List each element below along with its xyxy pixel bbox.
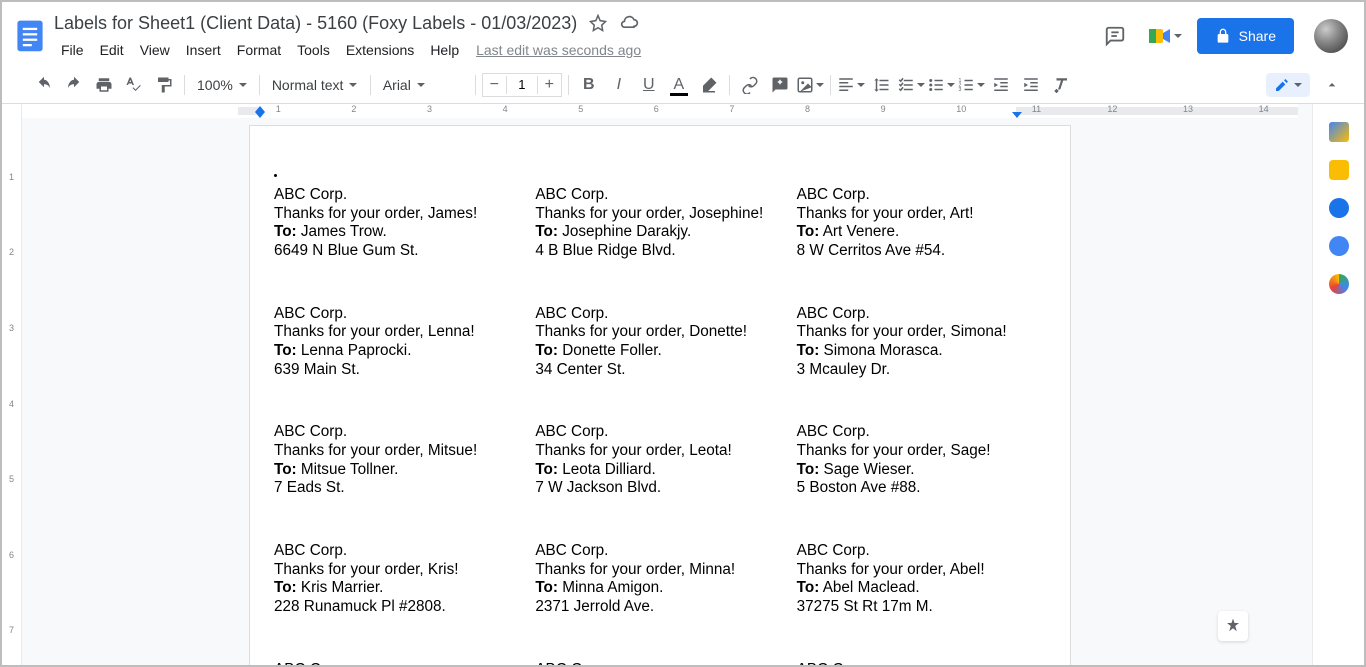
text-color-button[interactable]: A <box>665 71 693 99</box>
font-size-increase[interactable]: + <box>537 76 561 94</box>
font-size-input[interactable] <box>507 77 537 92</box>
mailing-label: ABC Corp.Thanks for your order, James!To… <box>274 186 523 261</box>
insert-link-button[interactable] <box>736 71 764 99</box>
side-panel <box>1312 104 1364 665</box>
docs-logo-icon[interactable] <box>10 8 50 62</box>
increase-indent-button[interactable] <box>1017 71 1045 99</box>
insert-image-button[interactable] <box>796 71 824 99</box>
decrease-indent-button[interactable] <box>987 71 1015 99</box>
share-button[interactable]: Share <box>1197 18 1294 54</box>
toolbar-separator <box>370 75 371 95</box>
svg-text:3: 3 <box>958 87 961 93</box>
align-button[interactable] <box>837 71 865 99</box>
doc-title[interactable]: Labels for Sheet1 (Client Data) - 5160 (… <box>54 13 577 34</box>
user-avatar[interactable] <box>1314 19 1348 53</box>
keep-icon[interactable] <box>1329 160 1349 180</box>
tasks-icon[interactable] <box>1329 198 1349 218</box>
workspace: 123456789101112 123456789101112131415161… <box>2 104 1364 665</box>
share-button-label: Share <box>1239 28 1276 44</box>
underline-button[interactable]: U <box>635 71 663 99</box>
spellcheck-button[interactable] <box>120 71 148 99</box>
mailing-label: ABC Corp.Thanks for your order, Sage!To:… <box>797 423 1046 498</box>
paint-format-button[interactable] <box>150 71 178 99</box>
print-button[interactable] <box>90 71 118 99</box>
mailing-label: ABC Corp.Thanks for your order, Minna!To… <box>535 542 784 617</box>
mailing-label: ABC Corp.Thanks for your order, Lenna!To… <box>274 305 523 380</box>
maps-icon[interactable] <box>1329 274 1349 294</box>
explore-button[interactable] <box>1218 611 1248 641</box>
undo-button[interactable] <box>30 71 58 99</box>
toolbar-separator <box>729 75 730 95</box>
menu-view[interactable]: View <box>133 38 177 62</box>
toolbar-separator <box>475 75 476 95</box>
ruler-margin-right <box>1016 107 1298 115</box>
mailing-label: ABC Corp.Thanks for your order, Donette!… <box>535 305 784 380</box>
zoom-select[interactable]: 100% <box>191 77 253 93</box>
paragraph-style-select[interactable]: Normal text <box>266 77 364 93</box>
mailing-label: ABC Corp.Thanks for your order, Cammy!To… <box>797 661 1046 666</box>
mailing-label: ABC Corp.Thanks for your order, Josephin… <box>535 186 784 261</box>
clear-format-button[interactable] <box>1047 71 1075 99</box>
toolbar-separator <box>830 75 831 95</box>
title-block: Labels for Sheet1 (Client Data) - 5160 (… <box>54 8 1097 62</box>
menu-insert[interactable]: Insert <box>179 38 228 62</box>
meet-icon[interactable] <box>1147 18 1183 54</box>
numbered-list-button[interactable]: 123 <box>957 71 985 99</box>
text-cursor <box>274 174 277 177</box>
menu-format[interactable]: Format <box>230 38 288 62</box>
mailing-label: ABC Corp.Thanks for your order, Mitsue!T… <box>274 423 523 498</box>
collapse-toolbar-button[interactable] <box>1318 71 1346 99</box>
menu-extensions[interactable]: Extensions <box>339 38 421 62</box>
font-family-value: Arial <box>383 77 411 93</box>
contacts-icon[interactable] <box>1329 236 1349 256</box>
indent-left-marker[interactable] <box>255 106 265 112</box>
toolbar-separator <box>184 75 185 95</box>
calendar-icon[interactable] <box>1329 122 1349 142</box>
paragraph-style-value: Normal text <box>272 77 344 93</box>
horizontal-ruler[interactable]: 123456789101112131415161718192021 <box>22 104 1298 118</box>
app-header: Labels for Sheet1 (Client Data) - 5160 (… <box>2 2 1364 66</box>
title-row: Labels for Sheet1 (Client Data) - 5160 (… <box>54 12 1097 34</box>
menu-edit[interactable]: Edit <box>93 38 131 62</box>
insert-comment-button[interactable] <box>766 71 794 99</box>
menu-file[interactable]: File <box>54 38 91 62</box>
mailing-label: ABC Corp.Thanks for your order, Leota!To… <box>535 423 784 498</box>
toolbar: 100% Normal text Arial − + B I U A 123 <box>2 66 1364 104</box>
mailing-label: ABC Corp.Thanks for your order, Simona!T… <box>797 305 1046 380</box>
menu-help[interactable]: Help <box>423 38 466 62</box>
highlight-button[interactable] <box>695 71 723 99</box>
document-scroll[interactable]: ABC Corp.Thanks for your order, James!To… <box>22 118 1298 665</box>
label-grid: ABC Corp.Thanks for your order, James!To… <box>274 186 1046 665</box>
zoom-value: 100% <box>197 77 233 93</box>
star-icon[interactable] <box>589 14 607 32</box>
redo-button[interactable] <box>60 71 88 99</box>
editing-mode-button[interactable] <box>1266 73 1310 97</box>
mailing-label: ABC Corp.Thanks for your order, Kris!To:… <box>274 542 523 617</box>
font-family-select[interactable]: Arial <box>377 77 469 93</box>
mailing-label: ABC Corp.Thanks for your order, Graciela… <box>535 661 784 666</box>
menu-bar: File Edit View Insert Format Tools Exten… <box>54 34 1097 62</box>
line-spacing-button[interactable] <box>867 71 895 99</box>
last-edit-link[interactable]: Last edit was seconds ago <box>476 42 641 58</box>
toolbar-separator <box>568 75 569 95</box>
comment-history-icon[interactable] <box>1097 18 1133 54</box>
italic-button[interactable]: I <box>605 71 633 99</box>
mailing-label: ABC Corp.Thanks for your order, Abel!To:… <box>797 542 1046 617</box>
font-size-decrease[interactable]: − <box>483 76 507 94</box>
bullet-list-button[interactable] <box>927 71 955 99</box>
mailing-label: ABC Corp.Thanks for your order, Kiley!To… <box>274 661 523 666</box>
menu-tools[interactable]: Tools <box>290 38 337 62</box>
checklist-button[interactable] <box>897 71 925 99</box>
toolbar-separator <box>259 75 260 95</box>
document-page[interactable]: ABC Corp.Thanks for your order, James!To… <box>250 126 1070 665</box>
vertical-ruler[interactable]: 123456789101112 <box>2 104 22 665</box>
bold-button[interactable]: B <box>575 71 603 99</box>
font-size-control: − + <box>482 73 562 97</box>
document-area: 123456789101112 123456789101112131415161… <box>2 104 1312 665</box>
header-right: Share <box>1097 8 1356 54</box>
mailing-label: ABC Corp.Thanks for your order, Art!To: … <box>797 186 1046 261</box>
cloud-saved-icon[interactable] <box>619 13 639 33</box>
